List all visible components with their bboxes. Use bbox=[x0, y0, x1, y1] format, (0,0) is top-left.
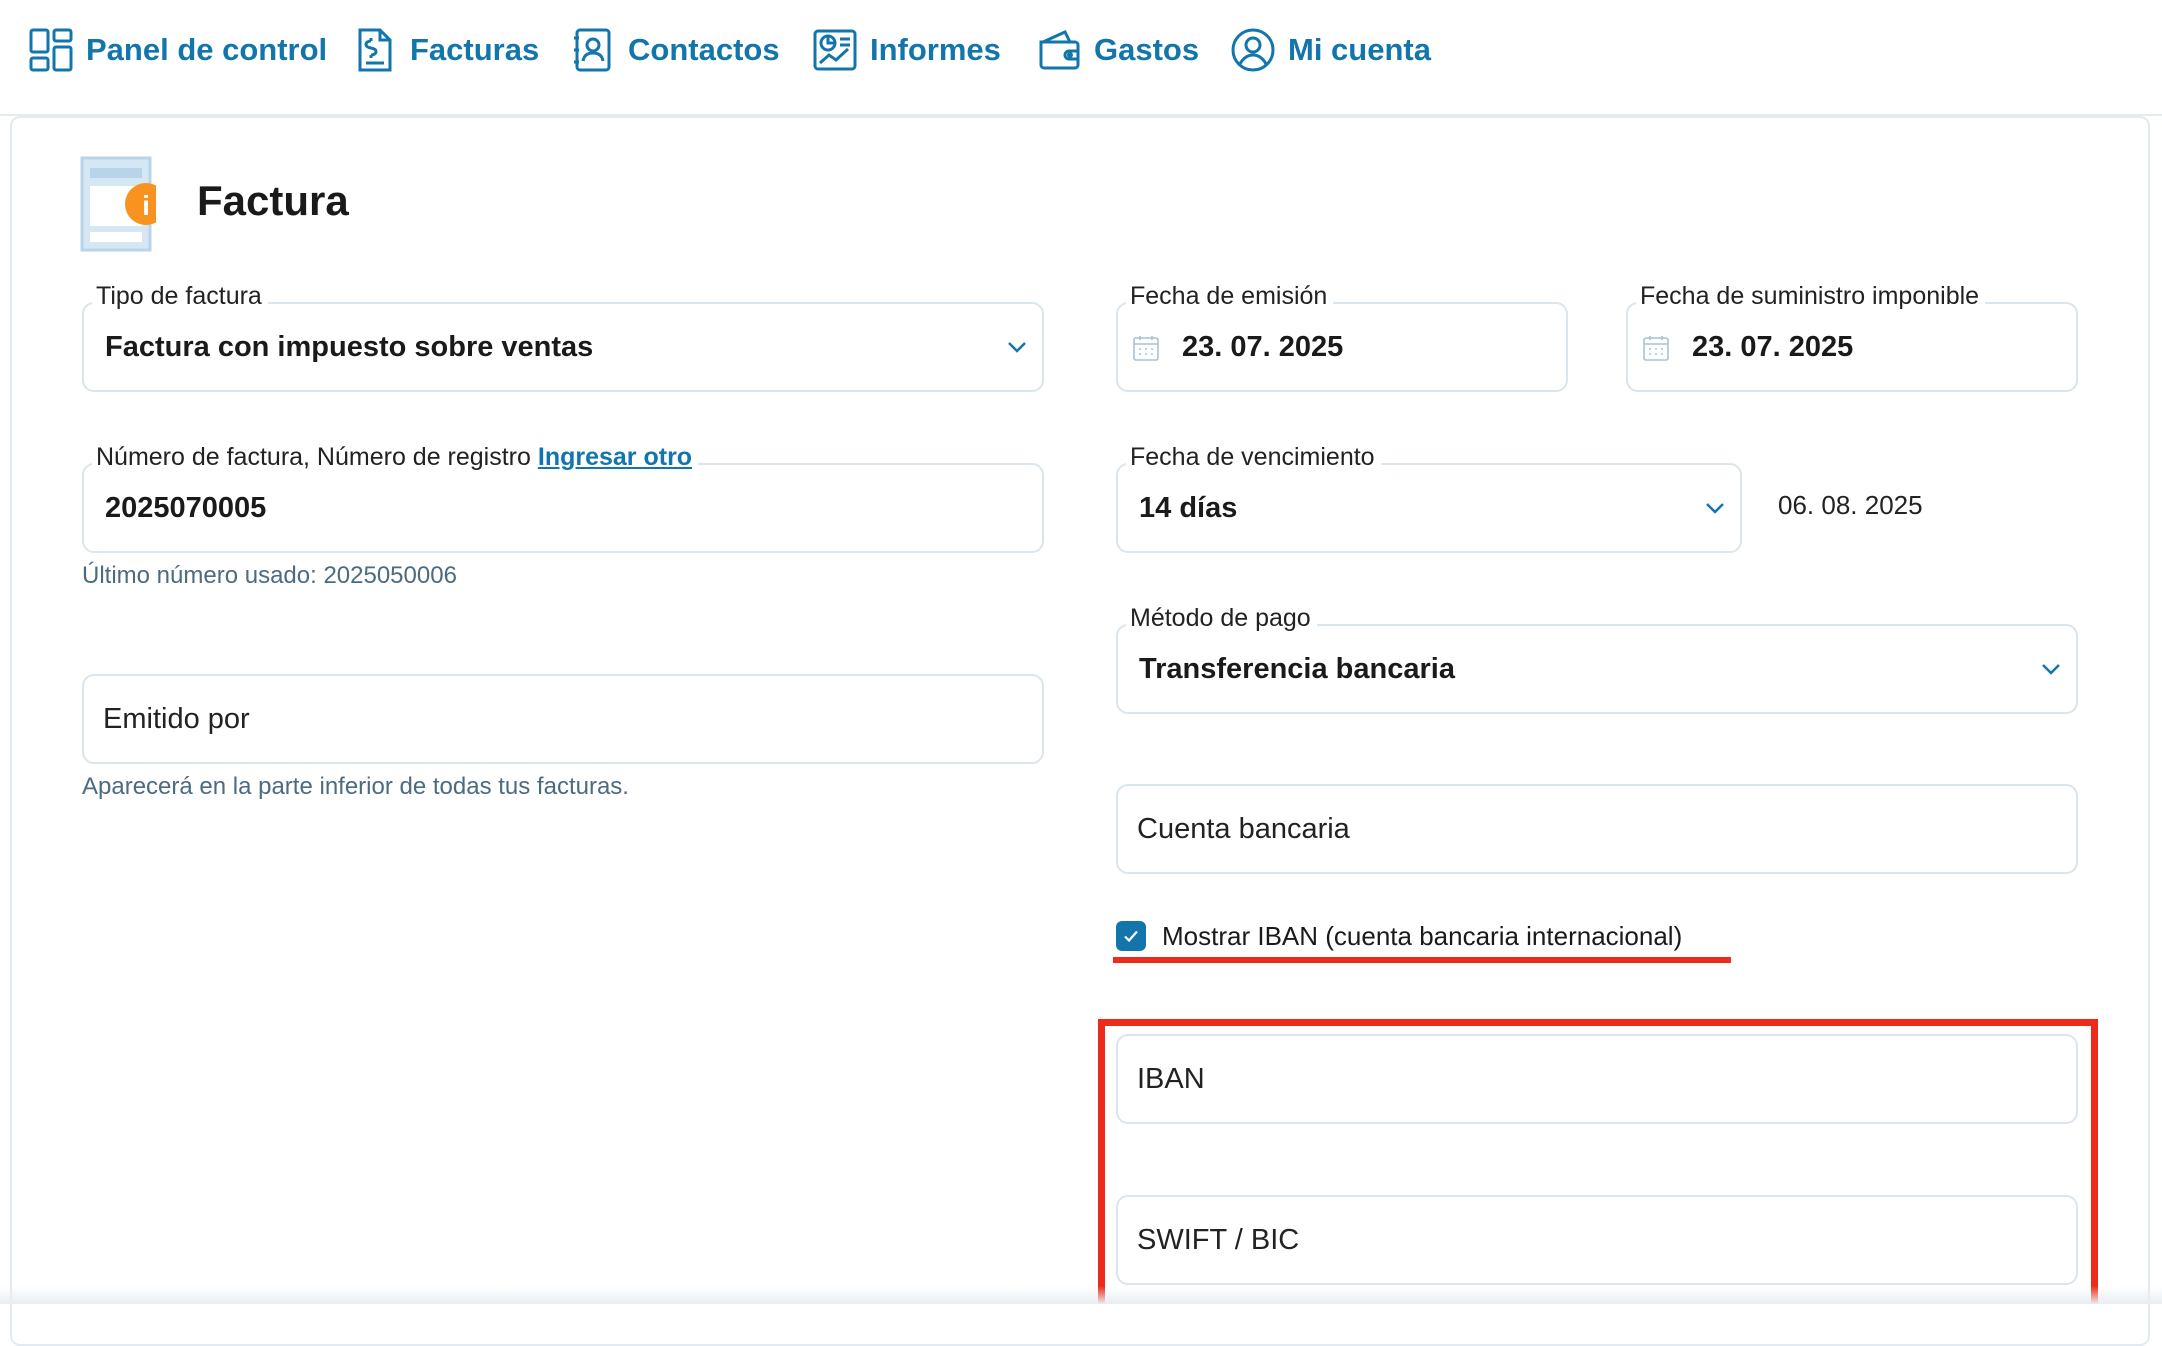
user-icon bbox=[1231, 28, 1275, 72]
nav-item-dashboard[interactable]: Panel de control bbox=[28, 22, 327, 78]
issue-date-field[interactable]: 23. 07. 2025 bbox=[1116, 302, 1568, 392]
page-title: Factura bbox=[197, 177, 349, 224]
nav-item-reports[interactable]: Informes bbox=[812, 22, 1001, 78]
invoice-type-value: Factura con impuesto sobre ventas bbox=[105, 331, 594, 363]
reports-icon bbox=[813, 29, 857, 71]
invoice-type-label: Tipo de factura bbox=[92, 282, 268, 311]
chevron-down-icon bbox=[1706, 503, 1724, 514]
nav-item-expenses[interactable]: Gastos bbox=[1036, 22, 1199, 78]
invoice-info-icon: i bbox=[80, 156, 156, 252]
nav-item-my-account[interactable]: Mi cuenta bbox=[1230, 22, 1431, 78]
due-term-select[interactable]: 14 días bbox=[1116, 463, 1742, 553]
nav-label: Contactos bbox=[628, 32, 780, 67]
enter-other-link[interactable]: Ingresar otro bbox=[538, 443, 692, 471]
issue-date-label: Fecha de emisión bbox=[1126, 282, 1334, 311]
highlight-underline bbox=[1113, 957, 1731, 963]
chevron-down-icon bbox=[2042, 664, 2060, 675]
bottom-fade bbox=[0, 1286, 2162, 1304]
supply-date-value: 23. 07. 2025 bbox=[1692, 331, 1854, 363]
dashboard-icon bbox=[29, 28, 73, 72]
show-iban-checkbox[interactable]: Mostrar IBAN (cuenta bancaria internacio… bbox=[1116, 916, 1682, 956]
supply-date-field[interactable]: 23. 07. 2025 bbox=[1626, 302, 2078, 392]
due-term-value: 14 días bbox=[1139, 492, 1238, 524]
bank-account-field[interactable]: Cuenta bancaria bbox=[1116, 784, 2078, 874]
last-number-hint: Último número usado: 2025050006 bbox=[82, 562, 457, 589]
checkbox-checked[interactable] bbox=[1116, 921, 1146, 951]
show-iban-label: Mostrar IBAN (cuenta bancaria internacio… bbox=[1162, 920, 1683, 951]
payment-method-select[interactable]: Transferencia bancaria bbox=[1116, 624, 2078, 714]
nav-item-invoices[interactable]: Facturas bbox=[352, 22, 539, 78]
issued-by-placeholder: Emitido por bbox=[103, 703, 250, 735]
issued-by-hint: Aparecerá en la parte inferior de todas … bbox=[82, 773, 629, 800]
invoice-number-label: Número de factura, Número de registro In… bbox=[92, 443, 699, 472]
due-date-label: Fecha de vencimiento bbox=[1126, 443, 1381, 472]
due-date-value: 06. 08. 2025 bbox=[1778, 490, 1923, 520]
payment-method-value: Transferencia bancaria bbox=[1139, 653, 1455, 685]
invoice-number-value: 2025070005 bbox=[105, 492, 267, 524]
supply-date-label: Fecha de suministro imponible bbox=[1636, 282, 1986, 311]
highlight-box bbox=[1098, 1019, 2098, 1304]
chevron-down-icon bbox=[1008, 342, 1026, 353]
invoice-icon bbox=[358, 28, 392, 72]
nav-label: Panel de control bbox=[86, 32, 328, 67]
top-navigation: Panel de control Facturas Contactos Info… bbox=[0, 0, 2162, 116]
nav-label: Mi cuenta bbox=[1288, 32, 1431, 67]
nav-item-contacts[interactable]: Contactos bbox=[570, 22, 780, 78]
checkmark-icon bbox=[1124, 930, 1138, 943]
calendar-icon bbox=[1133, 336, 1159, 361]
invoice-type-select[interactable]: Factura con impuesto sobre ventas bbox=[82, 302, 1044, 392]
invoice-number-field[interactable]: 2025070005 bbox=[82, 463, 1044, 553]
nav-label: Gastos bbox=[1094, 32, 1200, 67]
calendar-icon bbox=[1643, 336, 1669, 361]
nav-label: Informes bbox=[870, 32, 1001, 67]
wallet-icon bbox=[1039, 30, 1080, 70]
bank-account-placeholder: Cuenta bancaria bbox=[1137, 813, 1350, 845]
nav-label: Facturas bbox=[410, 32, 540, 67]
svg-text:i: i bbox=[142, 190, 150, 221]
payment-method-label: Método de pago bbox=[1126, 604, 1317, 633]
issue-date-value: 23. 07. 2025 bbox=[1182, 331, 1344, 363]
issued-by-field[interactable]: Emitido por bbox=[82, 674, 1044, 764]
contacts-icon bbox=[574, 28, 611, 72]
invoice-number-label-text: Número de factura, Número de registro bbox=[96, 443, 531, 471]
